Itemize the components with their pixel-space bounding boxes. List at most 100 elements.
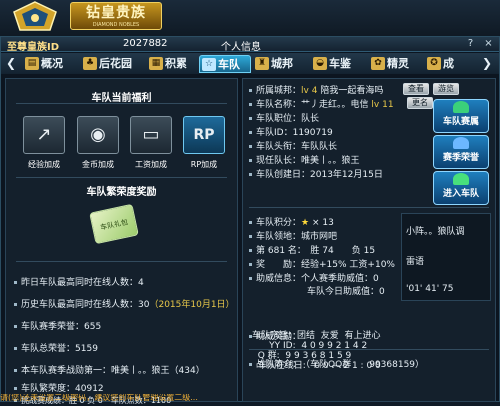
position-label: 车队职位： [256, 114, 302, 124]
score-row: 车队积分：★ × 13 [249, 215, 334, 228]
car-icon: ◒ [313, 57, 327, 70]
bullet-icon [14, 303, 17, 306]
stat-label: 车队赛季荣誉： [21, 322, 85, 332]
welfare-label-exp: 经验加成 [28, 160, 60, 169]
view-button[interactable]: 查看 [403, 83, 429, 95]
stat-label: 车队总荣誉： [21, 344, 76, 354]
created-row: 车队创建日：2013年12月15日 [249, 167, 383, 180]
gift-pack-icon[interactable]: 车队礼包 [89, 203, 139, 245]
team-head-label: 车队头衔： [256, 142, 302, 152]
stat-prosperity: 车队繁荣度：40912 [14, 381, 104, 394]
side-list-box: 小阵。。狼队调 雷语 '01' 41' 75 [401, 213, 491, 301]
star-icon: ★ [301, 218, 310, 228]
user-id: 2027882 [123, 38, 168, 49]
stat-season-honor: 车队赛季荣誉：655 [14, 319, 101, 332]
title-bar: 至尊皇族ID 2027882 个人信息 ? × [1, 37, 499, 53]
tab-label: 城邦 [271, 57, 293, 70]
team-head-row: 车队头衔：车队队长 [249, 139, 337, 152]
growth-icon: ↗ [23, 116, 65, 154]
gem-icon [453, 101, 469, 113]
medal-icon: ✪ [427, 57, 441, 70]
territory-row: 车队领地：城市网吧 [249, 229, 337, 242]
rank-label: 第 681 名： [256, 246, 302, 256]
bullet-icon [249, 277, 252, 280]
system-marquee: 请(您)还未设置二级密码，建议您到车队管理设置二级... [0, 394, 198, 402]
tab-car-guide[interactable]: ◒ 车鉴 [311, 55, 365, 73]
bullet-icon [249, 89, 252, 92]
bullet-icon [249, 103, 252, 106]
tab-spirit[interactable]: ✿ 精灵 [369, 55, 421, 73]
help-button[interactable]: ? [465, 39, 476, 50]
castle-icon: ♜ [255, 57, 269, 70]
bullet-icon [14, 387, 17, 390]
crown-logo-icon [13, 1, 57, 31]
team-match-button[interactable]: 车队赛属 [433, 99, 489, 133]
stat-yesterday-online: 昨日车队最高同时在线人数：4 [14, 275, 144, 288]
tab-label: 车鉴 [329, 57, 351, 70]
side-list-item: '01' 41' 75 [406, 284, 454, 294]
rank-row: 第 681 名： 胜 74 负 15 [249, 243, 375, 256]
tab-achievement[interactable]: ✪ 成 [425, 55, 465, 73]
tab-bar: ❮ ▤ 概况 ♣ 后花园 ▦ 积累 ☆ 车队 ♜ 城邦 ◒ 车鉴 ✿ 精灵 ✪ 成 ❯ [1, 53, 499, 74]
tab-team[interactable]: ☆ 车队 [199, 55, 251, 73]
welfare-label-salary: 工资加成 [135, 160, 167, 169]
position-value: 队长 [301, 114, 320, 124]
divider [16, 177, 227, 178]
bullet-icon [249, 221, 252, 224]
bullet-icon [249, 117, 252, 120]
side-list-item: 雷语 [406, 257, 425, 267]
stat-total-honor: 车队总荣誉：5159 [14, 341, 98, 354]
team-name-label: 车队名称： [256, 100, 302, 110]
button-label: 车队赛属 [442, 117, 479, 127]
close-button[interactable]: × [483, 39, 494, 50]
divider [16, 103, 227, 104]
diamond-nobles-banner: 钻皇贵族 DIAMOND NOBLES [70, 2, 162, 30]
team-name-row: 车队名称：艹丿走红。。电信 lv 11 [249, 97, 394, 110]
area-level: lv 4 [301, 86, 318, 96]
star-icon: ☆ [202, 58, 216, 71]
stack-icon: ▦ [149, 57, 163, 70]
assist-personal-value: 0 [373, 274, 379, 284]
bullet-icon [249, 131, 252, 134]
enter-team-button[interactable]: 进入车队 [433, 171, 489, 205]
side-list-item: 小阵。。狼队调 [406, 227, 465, 237]
stat-history-online: 历史车队最高同时在线人数：30（2015年10月1日） [14, 297, 235, 310]
stat-label: 车队繁荣度： [21, 384, 76, 394]
assist-label: 助威信息： [256, 274, 302, 284]
rename-button[interactable]: 更名 [407, 97, 433, 109]
welfare-title: 车队当前福利 [91, 93, 152, 104]
tab-label: 积累 [165, 57, 187, 70]
assist-row: 助威信息：个人赛季助威值：0 [249, 271, 379, 284]
team-name-value: 艹丿走红。。电信 [301, 100, 369, 110]
bullet-icon [14, 281, 17, 284]
tab-overview[interactable]: ▤ 概况 [23, 55, 79, 73]
tour-button[interactable]: 游览 [433, 83, 459, 95]
territory-label: 车队领地： [256, 232, 302, 242]
stat-value: 4 [138, 278, 144, 288]
created-label: 车队创建日： [256, 170, 311, 180]
bullet-icon [249, 145, 252, 148]
bullet-icon [14, 325, 17, 328]
spirit-icon: ✿ [371, 57, 385, 70]
stat-label: 本车队赛季战勋第一： [21, 366, 112, 376]
personal-info-window: 至尊皇族ID 2027882 个人信息 ? × ❮ ▤ 概况 ♣ 后花园 ▦ 积累 ☆… [0, 36, 500, 405]
tab-city[interactable]: ♜ 城邦 [253, 55, 307, 73]
nobility-label: 至尊皇族ID [7, 42, 60, 53]
window-title: 个人信息 [221, 42, 261, 53]
assist-team-value: 0 [379, 287, 385, 297]
reward-value: 经验+15% 工资+10% [301, 260, 395, 270]
area-label: 所属城邦： [256, 86, 302, 96]
team-level: lv 11 [371, 100, 394, 110]
season-honor-button[interactable]: 赛季荣誉 [433, 135, 489, 169]
tab-label: 精灵 [387, 57, 409, 70]
tab-accumulate[interactable]: ▦ 积累 [147, 55, 197, 73]
territory-value: 城市网吧 [301, 232, 338, 242]
garden-icon: ♣ [83, 57, 97, 70]
coin-icon: ◉ [77, 116, 119, 154]
tab-scroll-left-icon[interactable]: ❮ [5, 55, 17, 72]
stat-label: 昨日车队最高同时在线人数： [21, 278, 139, 288]
welfare-label-rp: RP加成 [190, 160, 218, 169]
tab-garden[interactable]: ♣ 后花园 [81, 55, 145, 73]
tab-scroll-right-icon[interactable]: ❯ [481, 55, 493, 72]
stat-season-top: 本车队赛季战勋第一：唯美丨。。狼王（434） [14, 363, 205, 376]
